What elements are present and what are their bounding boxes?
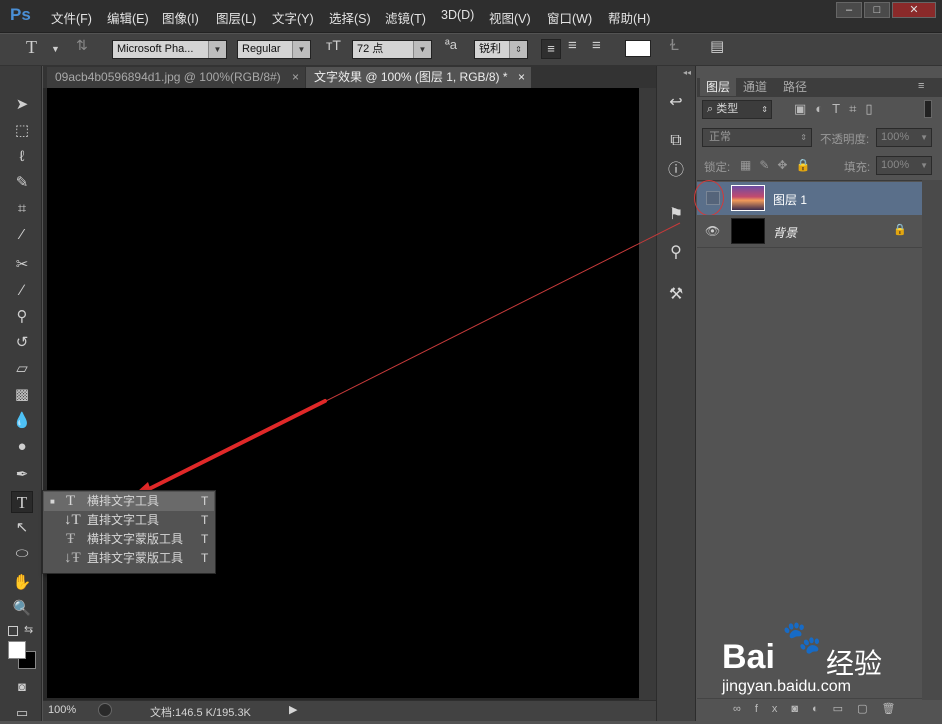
watermark-brand: Bai bbox=[722, 638, 775, 676]
type-tool-flyout: ■ T 横排文字工具 T ↓T 直排文字工具 T Ŧ 横排文字蒙版工具 T ↓Ŧ… bbox=[42, 490, 216, 574]
annotation-arrow bbox=[128, 222, 681, 500]
watermark: Bai 🐾 经验 jingyan.baidu.com bbox=[722, 618, 922, 708]
flyout-item[interactable]: ↓Ŧ 直排文字蒙版工具 T bbox=[44, 549, 214, 568]
flyout-label: 直排文字蒙版工具 bbox=[87, 551, 184, 565]
horizontal-type-mask-icon: Ŧ bbox=[66, 531, 76, 547]
flyout-shortcut: T bbox=[201, 494, 209, 508]
arrow-shaft bbox=[133, 399, 327, 498]
flyout-label: 横排文字蒙版工具 bbox=[87, 532, 184, 546]
flyout-label: 直排文字工具 bbox=[87, 513, 160, 527]
flyout-label: 横排文字工具 bbox=[87, 494, 160, 508]
flyout-shortcut: T bbox=[201, 513, 209, 527]
flyout-item[interactable]: Ŧ 横排文字蒙版工具 T bbox=[44, 530, 214, 549]
selected-bullet-icon: ■ bbox=[50, 497, 55, 506]
horizontal-type-icon: T bbox=[66, 493, 76, 509]
watermark-suffix: 经验 bbox=[826, 648, 883, 679]
vertical-type-mask-icon: ↓Ŧ bbox=[64, 550, 81, 566]
watermark-url: jingyan.baidu.com bbox=[722, 678, 851, 695]
flyout-shortcut: T bbox=[201, 551, 209, 565]
paw-logo-icon: 🐾 bbox=[782, 619, 822, 655]
flyout-item[interactable]: ↓T 直排文字工具 T bbox=[44, 511, 214, 530]
flyout-shortcut: T bbox=[201, 532, 209, 546]
flyout-item[interactable]: ■ T 横排文字工具 T bbox=[44, 492, 214, 511]
vertical-type-icon: ↓T bbox=[64, 512, 81, 528]
